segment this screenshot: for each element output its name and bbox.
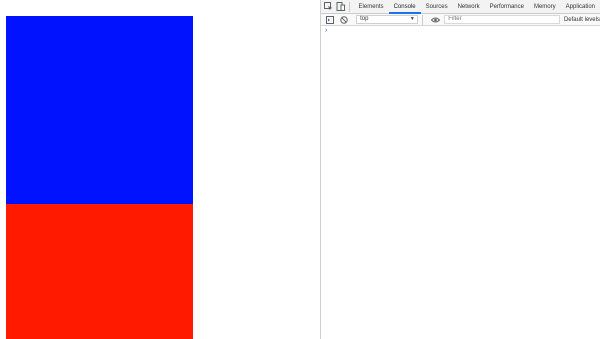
default-levels-dropdown[interactable]: Default levels	[564, 17, 600, 23]
inspect-element-icon[interactable]	[324, 1, 333, 13]
clear-console-icon[interactable]	[339, 14, 351, 26]
tab-performance[interactable]: Performance	[485, 0, 529, 14]
tab-network[interactable]: Network	[453, 0, 485, 14]
tabbar-separator	[349, 1, 350, 12]
console-output[interactable]: ›	[321, 26, 600, 339]
console-sidebar-icon[interactable]	[324, 14, 336, 26]
tab-console[interactable]: Console	[388, 0, 421, 14]
page-viewport	[0, 0, 320, 339]
context-selector[interactable]: top ▼	[356, 15, 418, 24]
red-box	[6, 204, 193, 339]
toolbar-separator	[421, 14, 423, 25]
context-value: top	[360, 16, 369, 22]
tab-memory[interactable]: Memory	[529, 0, 561, 14]
console-prompt[interactable]: ›	[325, 27, 327, 34]
tab-sources[interactable]: Sources	[421, 0, 453, 14]
filter-input[interactable]	[444, 15, 560, 24]
tab-application[interactable]: Application	[561, 0, 600, 14]
device-toolbar-icon[interactable]	[336, 1, 345, 13]
devtools-panel: Elements Console Sources Network Perform…	[321, 0, 600, 339]
tab-elements[interactable]: Elements	[354, 0, 389, 14]
devtools-tabbar: Elements Console Sources Network Perform…	[321, 0, 600, 14]
blue-box	[6, 16, 193, 204]
chevron-down-icon: ▼	[409, 16, 415, 22]
eye-icon[interactable]	[430, 14, 442, 26]
console-toolbar: top ▼ Default levels	[321, 14, 600, 26]
